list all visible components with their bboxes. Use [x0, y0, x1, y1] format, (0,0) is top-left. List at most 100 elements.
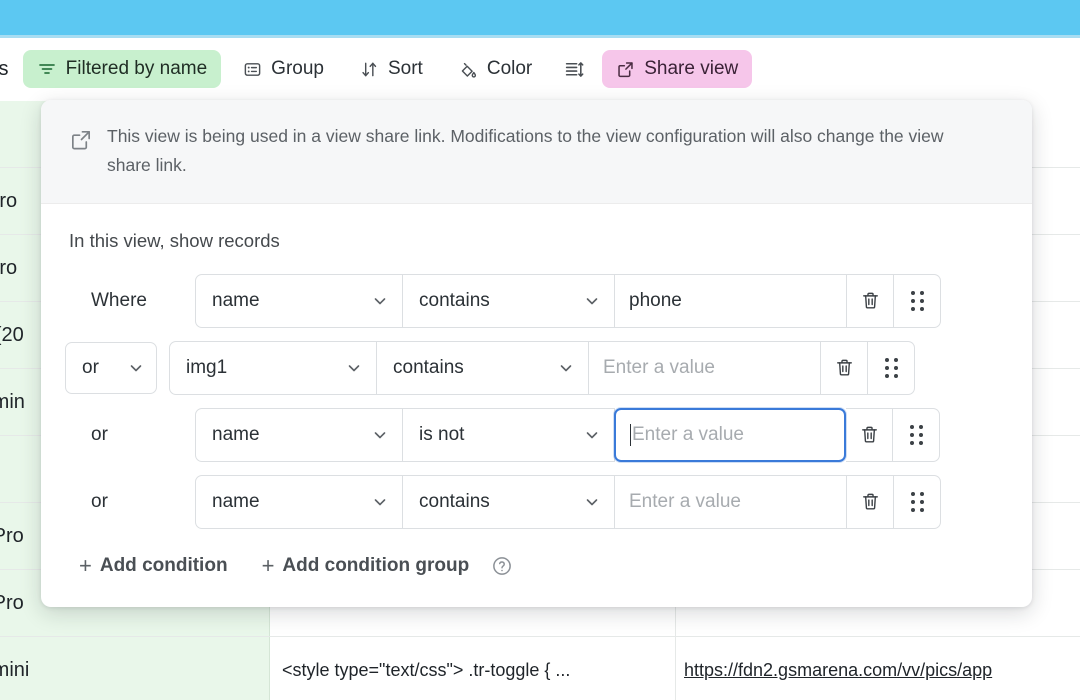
filter-icon — [37, 59, 57, 79]
filter-condition-row: or name contains Enter a value — [65, 474, 1008, 529]
cell-name-text: 2 Pro — [0, 591, 24, 614]
delete-condition-button[interactable] — [846, 407, 893, 462]
operator-select[interactable]: contains — [377, 340, 589, 395]
chevron-down-icon — [372, 427, 388, 443]
chevron-down-icon — [372, 494, 388, 510]
conjunction-label: Where — [65, 290, 195, 312]
plus-icon: + — [261, 552, 275, 578]
delete-condition-button[interactable] — [847, 273, 894, 328]
share-view-button[interactable]: Share view — [602, 50, 753, 88]
operator-select[interactable]: contains — [403, 273, 615, 328]
operator-select-value: contains — [419, 289, 490, 311]
app-window: ls Filtered by name — [0, 0, 1080, 700]
value-input-text: Enter a value — [603, 356, 715, 378]
add-condition-group-button[interactable]: + Add condition group — [254, 551, 478, 581]
chevron-down-icon — [584, 494, 600, 510]
external-link-icon — [69, 122, 93, 152]
group-icon — [243, 60, 262, 79]
drag-condition-handle[interactable] — [894, 474, 941, 529]
trash-icon — [834, 357, 855, 378]
toolbar-truncated-label: ls — [0, 57, 9, 80]
add-condition-label: Add condition — [99, 554, 228, 576]
conjunction-select[interactable]: or — [65, 341, 157, 394]
filter-button[interactable]: Filtered by name — [22, 50, 222, 88]
condition-controls: name contains phone — [195, 273, 941, 328]
filter-condition-row: or name is not Enter a value — [65, 407, 1008, 462]
value-input-text: phone — [629, 289, 682, 311]
add-condition-button[interactable]: + Add condition — [71, 551, 236, 581]
field-select-value: img1 — [186, 356, 228, 378]
sort-icon — [360, 60, 379, 79]
drag-handle-icon — [910, 491, 924, 512]
question-mark-circle-icon — [491, 555, 513, 577]
drag-condition-handle[interactable] — [868, 340, 915, 395]
conjunction-label: or — [65, 424, 195, 446]
chevron-down-icon — [372, 293, 388, 309]
chevron-down-icon — [584, 293, 600, 309]
condition-controls: name contains Enter a value — [195, 474, 941, 529]
trash-icon — [860, 290, 881, 311]
chevron-down-icon — [346, 360, 362, 376]
filter-panel-body: In this view, show records Where name cont… — [41, 204, 1032, 607]
share-link-notice-text: This view is being used in a view share … — [107, 126, 944, 176]
value-input-text: Enter a value — [629, 490, 741, 512]
share-view-button-label: Share view — [644, 58, 739, 79]
cell-url[interactable]: https://fdn2.gsmarena.com/vv/pics/app — [676, 637, 1080, 700]
help-button[interactable] — [491, 555, 513, 577]
value-input-text: Enter a value — [632, 423, 744, 445]
field-select[interactable]: name — [195, 474, 403, 529]
drag-condition-handle[interactable] — [894, 273, 941, 328]
operator-select[interactable]: is not — [403, 407, 615, 462]
drag-condition-handle[interactable] — [893, 407, 940, 462]
condition-controls: name is not Enter a value — [195, 407, 940, 462]
cell-name-text: E (20 — [0, 323, 24, 346]
drag-handle-dots — [884, 357, 898, 378]
value-input[interactable]: Enter a value — [615, 474, 847, 529]
operator-select-value: contains — [393, 356, 464, 378]
cell-name-text: l Pro — [0, 256, 18, 279]
table-row[interactable]: 3 mini <style type="text/css"> .tr-toggle… — [0, 637, 1080, 700]
cell-url-link[interactable]: https://fdn2.gsmarena.com/vv/pics/app — [684, 660, 992, 681]
filter-button-label: Filtered by name — [65, 58, 208, 79]
condition-list: Where name contains phone or img1 contains Ente… — [65, 273, 1008, 529]
paint-bucket-icon — [459, 60, 478, 79]
conjunction-value: or — [91, 423, 108, 445]
cell-name-text: l Pro — [0, 189, 18, 212]
group-button[interactable]: Group — [229, 50, 338, 88]
conjunction-label: or — [65, 491, 195, 513]
value-input[interactable]: Enter a value — [589, 340, 821, 395]
window-accent-bar — [0, 0, 1080, 38]
cell-name-text: 2 Pro — [0, 524, 24, 547]
filter-panel: This view is being used in a view share … — [41, 100, 1032, 607]
plus-icon: + — [79, 552, 92, 578]
chevron-down-icon — [584, 427, 600, 443]
chevron-down-icon — [128, 360, 144, 376]
operator-select-value: contains — [419, 490, 490, 512]
cell-html[interactable]: <style type="text/css"> .tr-toggle { ... — [270, 637, 676, 700]
color-button[interactable]: Color — [445, 50, 546, 88]
cell-name-text: 3 mini — [0, 658, 30, 681]
conjunction-value: Where — [91, 289, 147, 311]
drag-handle-dots — [910, 290, 924, 311]
value-input[interactable]: Enter a value — [614, 407, 846, 462]
sort-button[interactable]: Sort — [346, 50, 437, 88]
field-select[interactable]: img1 — [169, 340, 377, 395]
field-select[interactable]: name — [195, 273, 403, 328]
operator-select[interactable]: contains — [403, 474, 615, 529]
trash-icon — [859, 424, 880, 445]
cell-name[interactable]: 3 mini — [0, 637, 270, 700]
view-toolbar: ls Filtered by name — [0, 38, 1080, 100]
add-condition-group-label: Add condition group — [282, 554, 470, 576]
operator-select-value: is not — [419, 423, 465, 445]
sort-button-label: Sort — [387, 58, 423, 79]
value-input[interactable]: phone — [615, 273, 847, 328]
field-select[interactable]: name — [195, 407, 403, 462]
field-select-value: name — [212, 423, 260, 445]
conjunction-value: or — [91, 490, 108, 512]
chevron-down-icon — [558, 360, 574, 376]
conjunction-value: or — [82, 356, 99, 378]
drag-handle-icon — [909, 424, 923, 445]
delete-condition-button[interactable] — [821, 340, 868, 395]
delete-condition-button[interactable] — [847, 474, 894, 529]
row-height-button[interactable] — [554, 50, 594, 88]
